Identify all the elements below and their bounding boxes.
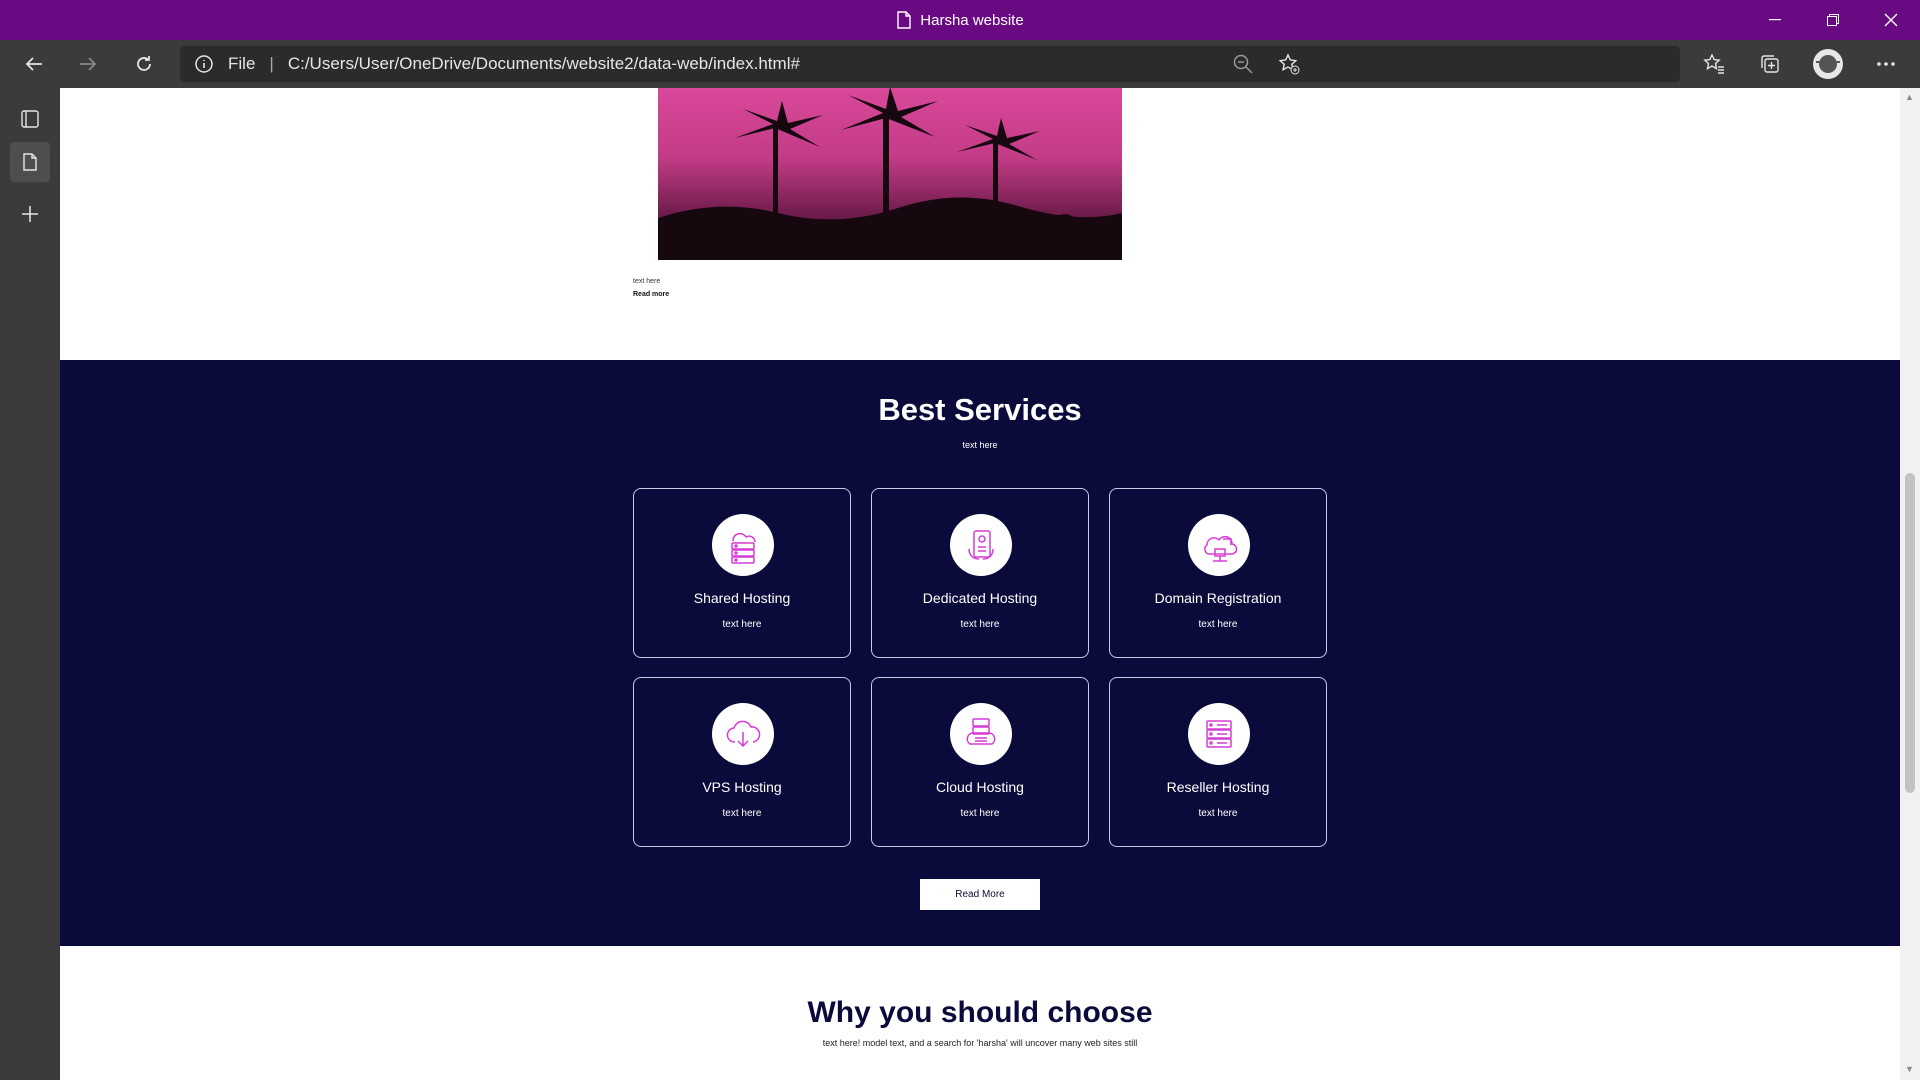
vertical-tabs-sidebar	[0, 88, 60, 1080]
profile-avatar[interactable]	[1808, 44, 1848, 84]
service-name: Dedicated Hosting	[922, 590, 1038, 606]
scrollbar-thumb[interactable]	[1905, 473, 1915, 793]
service-card-cloud-hosting[interactable]: Cloud Hosting text here	[871, 677, 1089, 847]
more-options-icon[interactable]	[1866, 44, 1906, 84]
service-name: Reseller Hosting	[1166, 779, 1270, 795]
dedicated-server-icon	[950, 514, 1012, 576]
services-title: Best Services	[878, 392, 1082, 427]
scroll-up-arrow-icon[interactable]: ▲	[1905, 92, 1914, 102]
why-text: text here! model text, and a search for …	[822, 1038, 1138, 1048]
blog-text: text here	[633, 278, 661, 285]
address-divider: |	[269, 54, 274, 73]
service-desc: text here	[1198, 619, 1238, 630]
service-desc: text here	[1198, 808, 1238, 819]
blog-image	[658, 88, 1122, 260]
service-desc: text here	[960, 808, 1000, 819]
page-icon	[897, 11, 911, 29]
favorites-button[interactable]	[1694, 44, 1734, 84]
server-stack-icon	[1188, 703, 1250, 765]
service-name: Domain Registration	[1154, 590, 1282, 606]
cloud-download-icon	[712, 703, 774, 765]
service-name: Shared Hosting	[693, 590, 791, 606]
blog-read-more-link[interactable]: Read more	[633, 291, 669, 298]
service-card-shared-hosting[interactable]: Shared Hosting text here	[633, 488, 851, 658]
service-card-dedicated-hosting[interactable]: Dedicated Hosting text here	[871, 488, 1089, 658]
restore-button[interactable]	[1804, 0, 1862, 40]
back-button[interactable]	[14, 44, 54, 84]
page-viewport: text here Read more Best Services text h…	[60, 88, 1900, 1080]
services-read-more-button[interactable]: Read More	[920, 879, 1040, 910]
service-name: Cloud Hosting	[936, 779, 1024, 795]
service-desc: text here	[722, 619, 762, 630]
info-icon[interactable]	[194, 54, 214, 74]
forward-button[interactable]	[68, 44, 108, 84]
services-section: Best Services text here Shared Hosting t…	[60, 360, 1900, 946]
scheme-label: File	[228, 54, 256, 73]
tab-harsha-website[interactable]	[10, 142, 50, 182]
cloud-database-icon	[950, 703, 1012, 765]
address-bar[interactable]: File | C:/Users/User/OneDrive/Documents/…	[180, 46, 1680, 82]
window-titlebar: Harsha website	[0, 0, 1920, 40]
close-window-button[interactable]	[1862, 0, 1920, 40]
services-subtitle: text here	[962, 440, 998, 450]
why-title: Why you should choose	[807, 996, 1153, 1029]
tab-actions-icon[interactable]	[10, 99, 50, 139]
service-card-reseller-hosting[interactable]: Reseller Hosting text here	[1109, 677, 1327, 847]
new-tab-button[interactable]	[10, 194, 50, 234]
domain-cloud-icon	[1188, 514, 1250, 576]
service-desc: text here	[722, 808, 762, 819]
add-favorite-icon[interactable]	[1278, 53, 1300, 75]
cloud-server-icon	[712, 514, 774, 576]
why-section: Why you should choose text here! model t…	[60, 996, 1900, 1048]
browser-toolbar: File | C:/Users/User/OneDrive/Documents/…	[0, 40, 1920, 88]
url-text[interactable]: C:/Users/User/OneDrive/Documents/website…	[288, 54, 800, 74]
scroll-down-arrow-icon[interactable]: ▼	[1905, 1064, 1914, 1074]
service-name: VPS Hosting	[702, 779, 782, 795]
service-card-vps-hosting[interactable]: VPS Hosting text here	[633, 677, 851, 847]
collections-button[interactable]	[1750, 44, 1790, 84]
service-card-domain-registration[interactable]: Domain Registration text here	[1109, 488, 1327, 658]
minimize-button[interactable]	[1746, 0, 1804, 40]
service-desc: text here	[960, 619, 1000, 630]
zoom-out-icon[interactable]	[1232, 53, 1254, 75]
window-title: Harsha website	[0, 0, 1920, 40]
page-scrollbar[interactable]: ▲ ▼	[1900, 88, 1920, 1080]
refresh-button[interactable]	[124, 44, 164, 84]
